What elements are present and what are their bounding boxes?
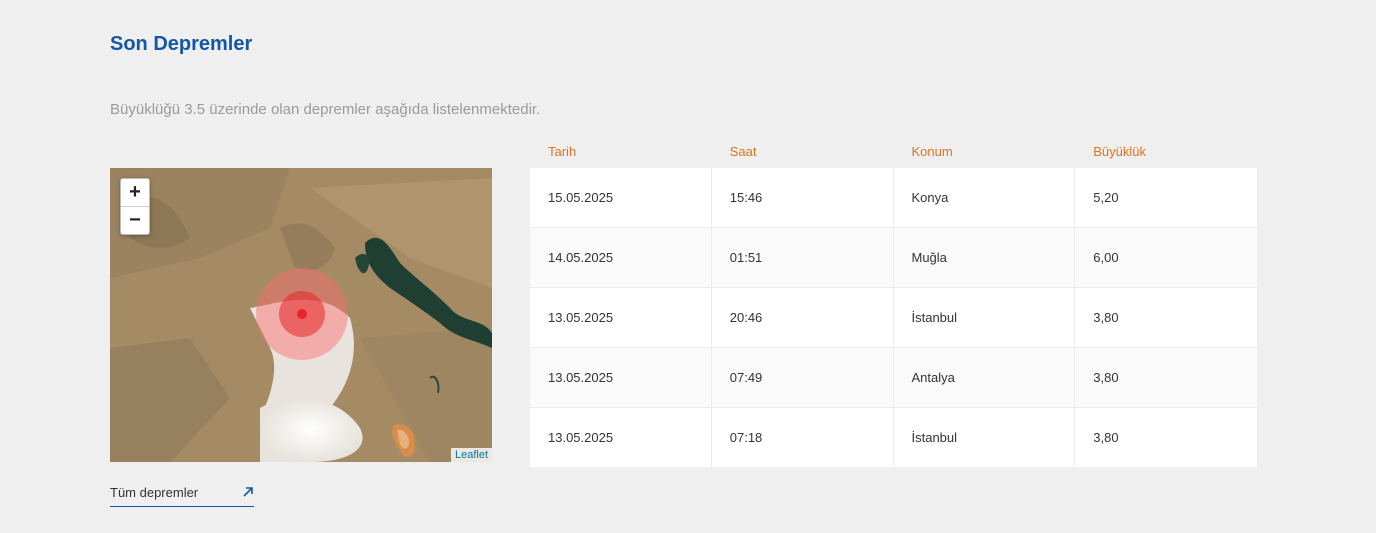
zoom-control: + − xyxy=(120,178,150,235)
table-header: Tarih Saat Konum Büyüklük xyxy=(530,140,1257,168)
table-row[interactable]: 15.05.2025 15:46 Konya 5,20 xyxy=(530,168,1257,228)
arrow-up-right-icon xyxy=(242,486,254,501)
column-header-magnitude: Büyüklük xyxy=(1093,144,1146,159)
all-earthquakes-label: Tüm depremler xyxy=(110,485,199,500)
satellite-map-layer xyxy=(110,168,492,462)
column-header-location: Konum xyxy=(911,144,953,159)
column-header-time: Saat xyxy=(729,144,757,159)
cell-time: 15:46 xyxy=(712,168,894,227)
all-earthquakes-link[interactable]: Tüm depremler xyxy=(110,485,254,507)
cell-location: Antalya xyxy=(894,348,1076,407)
cell-magnitude: 6,00 xyxy=(1093,250,1119,265)
cell-date: 13.05.2025 xyxy=(530,348,712,407)
cell-magnitude: 3,80 xyxy=(1093,430,1119,445)
map-attribution-link[interactable]: Leaflet xyxy=(450,448,492,462)
page-title: Son Depremler xyxy=(110,33,253,55)
table-row[interactable]: 13.05.2025 07:18 İstanbul 3,80 xyxy=(530,408,1257,467)
cell-magnitude: 3,80 xyxy=(1093,310,1119,325)
column-header-date: Tarih xyxy=(548,144,577,159)
cell-date: 15.05.2025 xyxy=(530,168,712,227)
page-subtitle: Büyüklüğü 3.5 üzerinde olan depremler aş… xyxy=(110,101,541,118)
earthquake-map[interactable]: + − Leaflet xyxy=(110,168,492,462)
epicenter-marker xyxy=(297,309,307,319)
cell-location: Muğla xyxy=(894,228,1076,287)
zoom-in-button[interactable]: + xyxy=(121,179,149,207)
cell-magnitude: 3,80 xyxy=(1093,370,1119,385)
table-row[interactable]: 13.05.2025 07:49 Antalya 3,80 xyxy=(530,348,1257,408)
cell-location: İstanbul xyxy=(894,408,1076,467)
cell-time: 01:51 xyxy=(712,228,894,287)
cell-date: 13.05.2025 xyxy=(530,408,712,467)
cell-date: 14.05.2025 xyxy=(530,228,712,287)
cell-time: 07:49 xyxy=(712,348,894,407)
cell-time: 07:18 xyxy=(712,408,894,467)
zoom-out-button[interactable]: − xyxy=(121,207,149,234)
cell-location: İstanbul xyxy=(894,288,1076,347)
cell-time: 20:46 xyxy=(712,288,894,347)
earthquake-table: Tarih Saat Konum Büyüklük 15.05.2025 15:… xyxy=(530,140,1257,467)
cell-date: 13.05.2025 xyxy=(530,288,712,347)
table-row[interactable]: 13.05.2025 20:46 İstanbul 3,80 xyxy=(530,288,1257,348)
cell-magnitude: 5,20 xyxy=(1093,190,1119,205)
cell-location: Konya xyxy=(894,168,1076,227)
table-row[interactable]: 14.05.2025 01:51 Muğla 6,00 xyxy=(530,228,1257,288)
